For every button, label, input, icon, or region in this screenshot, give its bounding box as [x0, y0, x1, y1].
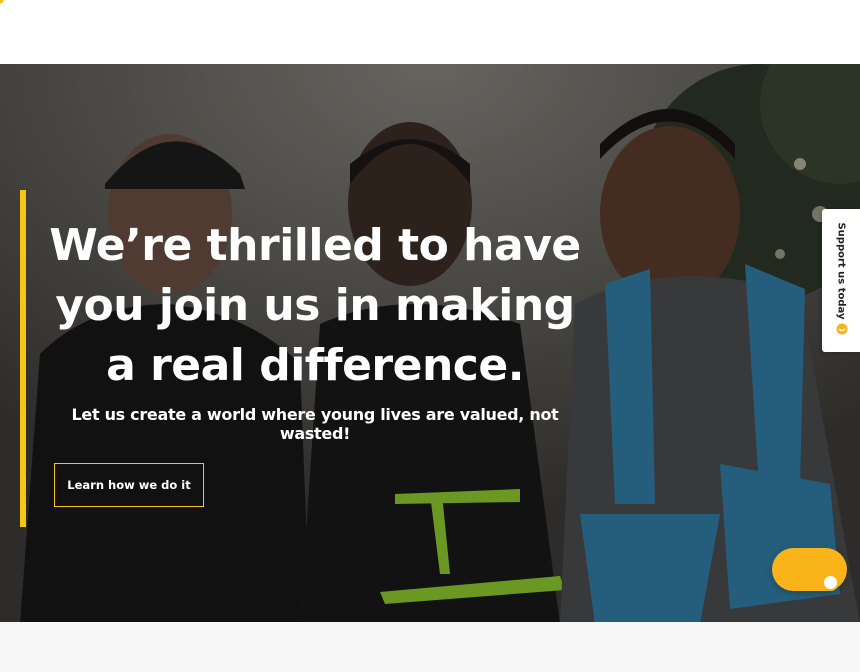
next-section-band [0, 622, 860, 672]
hero-headline: We’re thrilled to have you join us in ma… [40, 216, 590, 396]
hero-section: We’re thrilled to have you join us in ma… [0, 64, 860, 622]
support-us-tab[interactable]: Support us today [822, 209, 860, 352]
support-tab-label: Support us today [835, 222, 847, 320]
logo-dot-icon [0, 0, 4, 4]
chat-bubble-icon [822, 574, 839, 591]
accent-bar [20, 190, 26, 527]
headline-line-3: a real difference. [106, 340, 524, 391]
learn-how-button[interactable]: Learn how we do it [54, 463, 204, 507]
heart-hand-icon [836, 323, 848, 335]
headline-line-1: We’re thrilled to have [49, 220, 581, 271]
hero-subline: Let us create a world where young lives … [71, 405, 559, 443]
headline-line-2: you join us in making [55, 280, 575, 331]
top-navigation-bar [0, 0, 860, 64]
